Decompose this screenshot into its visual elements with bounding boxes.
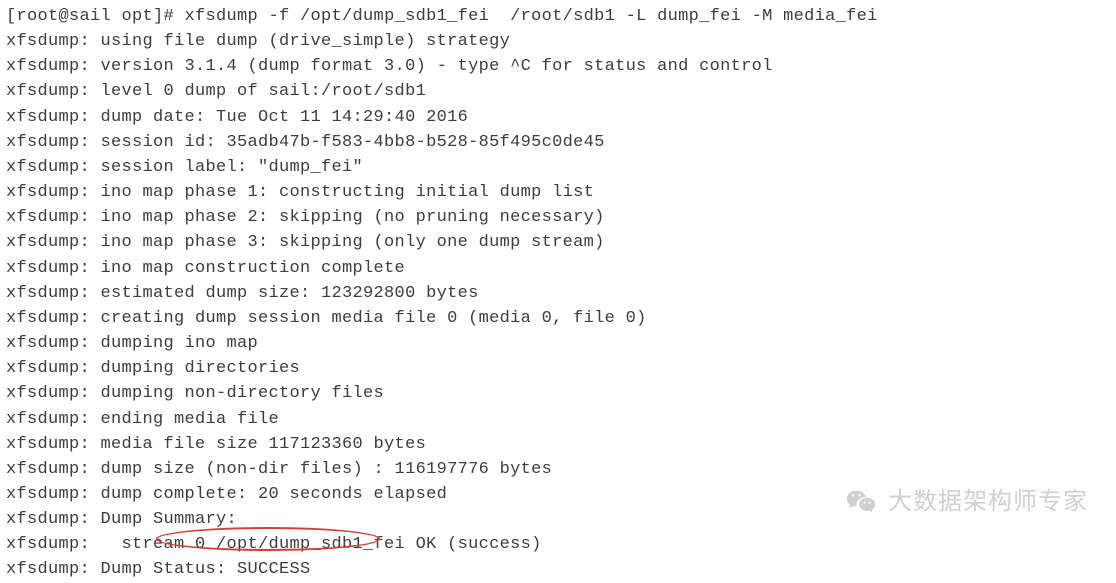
terminal-line: xfsdump: dumping ino map [6,331,1110,356]
terminal-line: xfsdump: estimated dump size: 123292800 … [6,281,1110,306]
terminal-line: xfsdump: version 3.1.4 (dump format 3.0)… [6,54,1110,79]
terminal-line: xfsdump: level 0 dump of sail:/root/sdb1 [6,79,1110,104]
terminal-line: xfsdump: session id: 35adb47b-f583-4bb8-… [6,130,1110,155]
terminal-line: xfsdump: session label: "dump_fei" [6,155,1110,180]
terminal-line: xfsdump: ino map phase 1: constructing i… [6,180,1110,205]
terminal-line: xfsdump: creating dump session media fil… [6,306,1110,331]
terminal-line: xfsdump: dumping directories [6,356,1110,381]
terminal-line: xfsdump: ino map construction complete [6,256,1110,281]
shell-prompt: [root@sail opt]# [6,7,185,26]
terminal-line: xfsdump: ino map phase 2: skipping (no p… [6,205,1110,230]
terminal-line: xfsdump: dump complete: 20 seconds elaps… [6,482,1110,507]
terminal-line: xfsdump: ending media file [6,407,1110,432]
terminal-line: xfsdump: media file size 117123360 bytes [6,432,1110,457]
terminal-output: [root@sail opt]# xfsdump -f /opt/dump_sd… [6,4,1110,583]
terminal-line: xfsdump: dump date: Tue Oct 11 14:29:40 … [6,105,1110,130]
terminal-line: xfsdump: Dump Summary: [6,507,1110,532]
terminal-line: xfsdump: dumping non-directory files [6,381,1110,406]
terminal-line: xfsdump: using file dump (drive_simple) … [6,29,1110,54]
terminal-line: xfsdump: Dump Status: SUCCESS [6,557,1110,582]
terminal-line: xfsdump: ino map phase 3: skipping (only… [6,230,1110,255]
typed-command: xfsdump -f /opt/dump_sdb1_fei /root/sdb1… [185,7,878,26]
terminal-line: xfsdump: dump size (non-dir files) : 116… [6,457,1110,482]
terminal-line-command: [root@sail opt]# xfsdump -f /opt/dump_sd… [6,4,1110,29]
